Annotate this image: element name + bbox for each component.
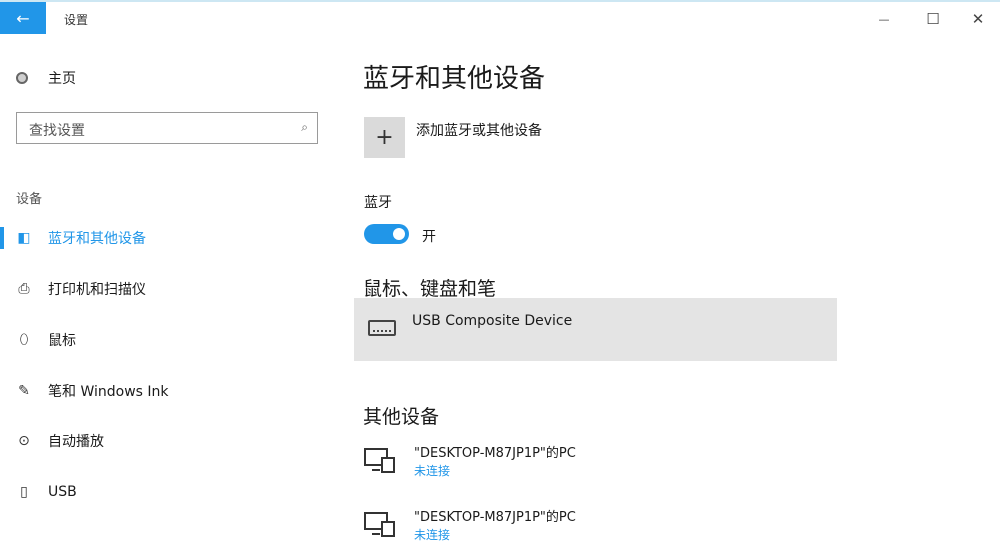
sidebar-item-label: 自动播放 bbox=[48, 434, 104, 450]
device-status: 未连接 bbox=[414, 528, 451, 542]
search-icon: ⌕ bbox=[301, 120, 308, 134]
device-name: "DESKTOP-M87JP1P"的PC bbox=[414, 446, 576, 461]
search-placeholder: 查找设置 bbox=[29, 123, 85, 139]
maximize-button[interactable]: ☐ bbox=[913, 6, 953, 32]
pc-icon bbox=[364, 512, 395, 537]
other-devices-heading: 其他设备 bbox=[363, 406, 440, 428]
home-label: 主页 bbox=[48, 71, 76, 87]
sidebar-item-label: 打印机和扫描仪 bbox=[48, 282, 146, 298]
device-desktop-pc[interactable]: "DESKTOP-M87JP1P"的PC 未连接 bbox=[364, 442, 784, 482]
close-icon: ✕ bbox=[971, 10, 985, 28]
back-arrow-icon: ← bbox=[16, 8, 30, 28]
minimize-icon: — bbox=[878, 12, 890, 26]
close-button[interactable]: ✕ bbox=[958, 6, 998, 32]
active-indicator bbox=[0, 227, 4, 249]
maximize-icon: ☐ bbox=[926, 10, 940, 28]
sidebar-item-label: 蓝牙和其他设备 bbox=[48, 231, 146, 247]
usb-icon: ▯ bbox=[20, 484, 28, 500]
main-content: 蓝牙和其他设备 + 添加蓝牙或其他设备 蓝牙 开 鼠标、键盘和笔 USB Com… bbox=[340, 34, 1000, 542]
sidebar-item-autoplay[interactable]: ⊙ 自动播放 bbox=[0, 426, 330, 456]
bluetooth-devices-icon: ◧ bbox=[17, 230, 31, 246]
sidebar-item-label: USB bbox=[48, 484, 77, 500]
sidebar-item-label: 鼠标 bbox=[48, 333, 76, 349]
title-bar: ← 设置 — ☐ ✕ bbox=[0, 0, 1000, 34]
pen-icon: ✎ bbox=[18, 383, 30, 399]
sidebar-item-printers[interactable]: ⎙ 打印机和扫描仪 bbox=[0, 274, 330, 304]
device-usb-composite[interactable]: USB Composite Device bbox=[354, 298, 837, 361]
mouse-keyboard-pen-heading: 鼠标、键盘和笔 bbox=[363, 278, 497, 300]
autoplay-icon: ⊙ bbox=[18, 433, 30, 449]
plus-icon: + bbox=[375, 125, 394, 150]
add-device-link[interactable]: 添加蓝牙或其他设备 bbox=[416, 120, 542, 140]
window-title: 设置 bbox=[64, 13, 89, 27]
back-button[interactable]: ← bbox=[0, 2, 46, 34]
bluetooth-toggle[interactable] bbox=[364, 224, 409, 244]
sidebar-item-bluetooth[interactable]: ◧ 蓝牙和其他设备 bbox=[0, 223, 330, 253]
sidebar: 主页 查找设置 ⌕ 设备 ◧ 蓝牙和其他设备 ⎙ 打印机和扫描仪 ⬯ 鼠标 ✎ … bbox=[0, 34, 340, 532]
sidebar-item-usb[interactable]: ▯ USB bbox=[0, 477, 330, 507]
page-title: 蓝牙和其他设备 bbox=[363, 64, 546, 94]
sidebar-item-mouse[interactable]: ⬯ 鼠标 bbox=[0, 325, 330, 355]
keyboard-icon bbox=[368, 320, 396, 336]
sidebar-item-label: 笔和 Windows Ink bbox=[48, 384, 169, 400]
device-name: "DESKTOP-M87JP1P"的PC bbox=[414, 510, 576, 525]
bluetooth-label: 蓝牙 bbox=[364, 195, 392, 211]
device-name: USB Composite Device bbox=[412, 313, 573, 329]
sidebar-home[interactable]: 主页 bbox=[16, 68, 76, 88]
bluetooth-state: 开 bbox=[422, 229, 436, 245]
device-desktop-pc[interactable]: "DESKTOP-M87JP1P"的PC 未连接 bbox=[364, 506, 784, 546]
minimize-button[interactable]: — bbox=[864, 6, 904, 32]
sidebar-item-pen[interactable]: ✎ 笔和 Windows Ink bbox=[0, 376, 330, 406]
printer-icon: ⎙ bbox=[18, 281, 30, 297]
add-device-button[interactable]: + bbox=[364, 117, 405, 158]
home-icon bbox=[16, 72, 28, 84]
section-label: 设备 bbox=[16, 192, 43, 207]
mouse-icon: ⬯ bbox=[19, 332, 29, 348]
device-status: 未连接 bbox=[414, 464, 451, 478]
toggle-knob bbox=[393, 228, 405, 240]
pc-icon bbox=[364, 448, 395, 473]
search-input[interactable]: 查找设置 ⌕ bbox=[16, 112, 318, 144]
